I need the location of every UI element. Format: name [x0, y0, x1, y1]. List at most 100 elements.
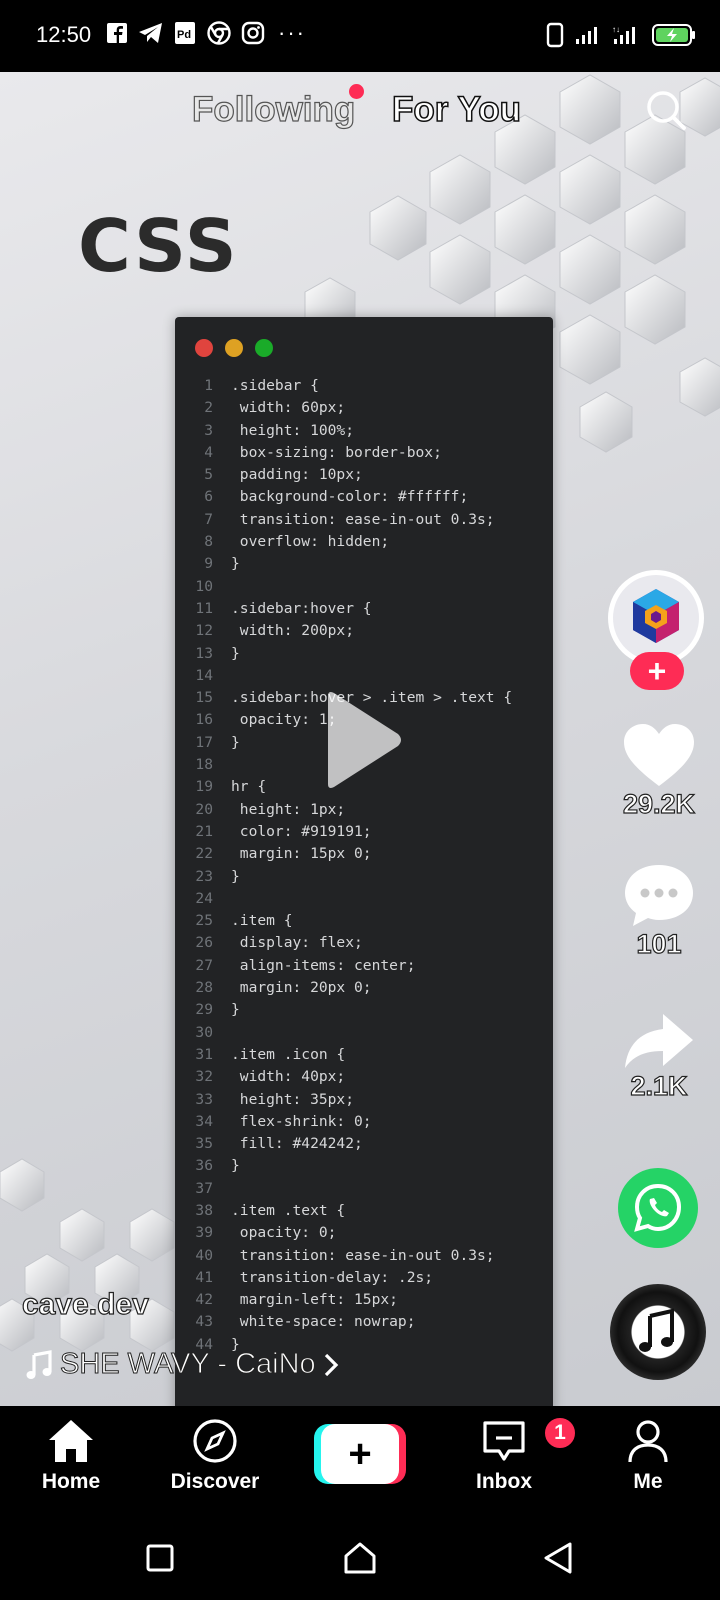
system-status-icons: ↑↓	[546, 22, 696, 53]
code-line: 39 opacity: 0;	[185, 1222, 512, 1244]
code-line: 1 .sidebar {	[185, 375, 512, 397]
code-text: margin: 15px 0;	[231, 845, 372, 863]
code-line: 24	[185, 888, 512, 910]
like-button[interactable]: 29.2K	[604, 722, 714, 820]
code-line: 8 overflow: hidden;	[185, 531, 512, 553]
line-number: 22	[195, 845, 213, 863]
more-notifications-icon: ···	[278, 20, 306, 45]
home-button-icon[interactable]	[340, 1538, 380, 1578]
code-text: }	[231, 1157, 240, 1175]
code-text: height: 1px;	[231, 800, 346, 818]
minimize-dot-icon	[225, 339, 243, 357]
line-number: 14	[195, 666, 213, 684]
tab-home[interactable]: Home	[11, 1416, 131, 1494]
system-navigation-bar	[0, 1518, 720, 1600]
tab-inbox[interactable]: 1 Inbox	[444, 1416, 577, 1494]
code-line: 7 transition: ease-in-out 0.3s;	[185, 509, 512, 531]
code-line: 10	[185, 576, 512, 598]
line-number: 2	[204, 399, 213, 417]
code-text: width: 60px;	[231, 399, 346, 417]
code-text: .item .icon {	[231, 1045, 346, 1063]
code-text: .item {	[231, 912, 293, 930]
play-icon[interactable]	[322, 690, 402, 790]
line-number: 39	[195, 1224, 213, 1242]
line-number: 11	[195, 599, 213, 617]
code-line: 9}	[185, 553, 512, 575]
search-icon[interactable]	[644, 88, 688, 132]
line-number: 15	[195, 689, 213, 707]
code-line: 35 fill: #424242;	[185, 1133, 512, 1155]
code-line: 34 flex-shrink: 0;	[185, 1111, 512, 1133]
code-line: 40 transition: ease-in-out 0.3s;	[185, 1245, 512, 1267]
comment-icon	[625, 865, 693, 926]
line-number: 38	[195, 1201, 213, 1219]
tab-home-label: Home	[41, 1470, 101, 1493]
code-text: }	[231, 867, 240, 885]
share-button[interactable]: 2.1K	[604, 1010, 714, 1102]
line-number: 12	[195, 622, 213, 640]
code-line: 21 color: #919191;	[185, 821, 512, 843]
telegram-icon	[138, 20, 164, 46]
line-number: 25	[195, 912, 213, 930]
code-line: 30	[185, 1022, 512, 1044]
line-number: 30	[195, 1023, 213, 1041]
home-icon	[49, 1420, 93, 1462]
code-line: 6 background-color: #ffffff;	[185, 486, 512, 508]
chevron-right-icon	[324, 1353, 338, 1376]
recents-icon[interactable]	[140, 1538, 180, 1578]
code-listing: 1 .sidebar {2 width: 60px; 3 height: 100%;…	[185, 375, 512, 1356]
code-text: transition-delay: .2s;	[231, 1268, 434, 1286]
code-text: overflow: hidden;	[231, 533, 390, 551]
video-overlay-title: CSS	[78, 204, 239, 288]
code-text: white-space: nowrap;	[231, 1313, 416, 1331]
code-text: height: 100%;	[231, 421, 355, 439]
back-icon[interactable]	[538, 1538, 578, 1578]
code-text: }	[231, 555, 240, 573]
line-number: 37	[195, 1179, 213, 1197]
music-disc[interactable]	[610, 1284, 706, 1380]
chrome-icon	[206, 20, 232, 46]
line-number: 1	[204, 377, 213, 394]
code-editor-window: 1 .sidebar {2 width: 60px; 3 height: 100%;…	[175, 317, 553, 1406]
vibrate-icon	[546, 22, 564, 53]
notification-icons: Pd ···	[104, 20, 306, 46]
whatsapp-share-button[interactable]	[618, 1168, 698, 1248]
line-number: 43	[195, 1313, 213, 1331]
line-number: 5	[204, 466, 213, 484]
tab-following[interactable]: Following	[191, 89, 355, 130]
code-text: hr {	[231, 778, 267, 796]
code-line: 37	[185, 1178, 512, 1200]
tab-discover[interactable]: Discover	[155, 1416, 275, 1494]
code-text: padding: 10px;	[231, 466, 363, 484]
code-text: opacity: 1;	[231, 711, 337, 729]
tab-me[interactable]: Me	[588, 1416, 708, 1494]
follow-button[interactable]: +	[630, 652, 684, 690]
code-text: height: 35px;	[231, 1090, 355, 1108]
code-line: 5 padding: 10px;	[185, 464, 512, 486]
line-number: 18	[195, 756, 213, 774]
code-text: background-color: #ffffff;	[231, 488, 469, 506]
tab-for-you[interactable]: For You	[391, 89, 521, 130]
line-number: 19	[195, 778, 213, 796]
code-line: 2 width: 60px;	[185, 397, 512, 419]
code-text: .item .text {	[231, 1201, 346, 1219]
code-text: opacity: 0;	[231, 1224, 337, 1242]
sound-link[interactable]: SHE WAVY - CaiNo	[26, 1348, 340, 1381]
line-number: 28	[195, 979, 213, 997]
code-text: }	[231, 644, 240, 662]
svg-text:Pd: Pd	[177, 29, 191, 41]
comment-button[interactable]: 101	[604, 862, 714, 960]
line-number: 20	[195, 800, 213, 818]
code-line: 13}	[185, 643, 512, 665]
music-note-icon	[26, 1349, 52, 1379]
code-text: .sidebar {	[231, 377, 319, 394]
code-text: }	[231, 1001, 240, 1019]
svg-text:↑↓: ↑↓	[612, 25, 620, 34]
line-number: 24	[195, 889, 213, 907]
creator-username[interactable]: cave.dev	[21, 1287, 149, 1321]
like-count: 29.2K	[622, 788, 696, 819]
line-number: 13	[195, 644, 213, 662]
code-line: 11 .sidebar:hover {	[185, 598, 512, 620]
line-number: 40	[195, 1246, 213, 1264]
create-button[interactable]: +	[314, 1424, 406, 1484]
